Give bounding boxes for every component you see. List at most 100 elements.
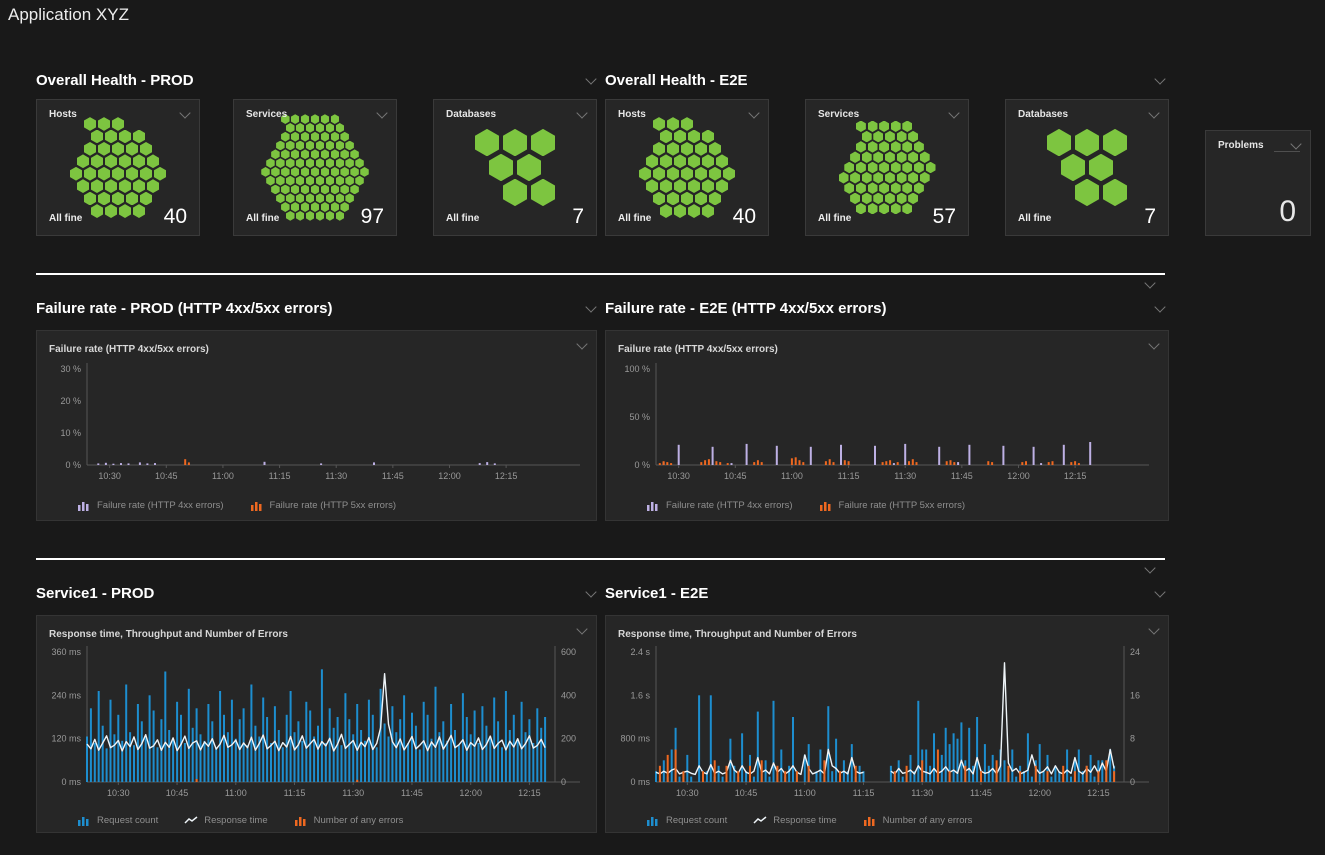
chevron-down-icon[interactable] [585, 73, 596, 84]
tile-hosts-e2e[interactable]: Hosts All fine 40 [605, 99, 769, 236]
chevron-down-icon[interactable] [1154, 586, 1165, 597]
y2-axis-tick: 8 [1130, 734, 1135, 744]
chevron-down-icon[interactable] [585, 301, 596, 312]
x-axis-tick: 11:45 [382, 471, 404, 481]
chevron-down-icon[interactable] [1154, 73, 1165, 84]
chart-tile-failure-prod[interactable]: Failure rate (HTTP 4xx/5xx errors) 30 %2… [36, 330, 597, 521]
y-axis-tick: 0 % [65, 460, 81, 470]
tile-label: Services [246, 109, 287, 120]
legend-item[interactable]: Response time [184, 815, 267, 826]
hexagon [336, 123, 345, 133]
hexagon [296, 158, 305, 168]
hexagon [119, 130, 131, 144]
entity-count: 40 [164, 205, 187, 229]
legend-item[interactable]: Number of any errors [294, 815, 404, 826]
chevron-down-icon[interactable] [576, 338, 587, 349]
legend-item[interactable]: Failure rate (HTTP 4xx errors) [646, 500, 793, 511]
hexagon [311, 149, 320, 159]
y-axis-tick: 50 % [629, 412, 650, 422]
chevron-down-icon[interactable] [576, 623, 587, 634]
x-axis-tick: 11:00 [781, 471, 803, 481]
tile-label: Databases [1018, 109, 1068, 120]
service1-prod-chart[interactable]: 360 ms240 ms120 ms0 ms600400200010:3010:… [39, 642, 584, 812]
hexagon [891, 121, 901, 133]
bar-series-icon [77, 500, 91, 511]
chevron-down-icon[interactable] [1144, 562, 1155, 573]
chevron-down-icon[interactable] [1148, 338, 1159, 349]
hexagon [286, 123, 295, 133]
hexagon [709, 192, 721, 206]
tile-problems[interactable]: Problems 0 [1205, 130, 1311, 236]
x-axis-tick: 12:15 [1064, 471, 1087, 481]
hexagon [84, 142, 96, 156]
legend-item[interactable]: Request count [77, 815, 158, 826]
hexagon [695, 167, 707, 181]
x-axis-tick: 12:00 [1007, 471, 1030, 481]
x-axis-tick: 11:15 [269, 471, 291, 481]
chart-tile-service1-e2e[interactable]: Response time, Throughput and Number of … [605, 615, 1169, 833]
x-axis-tick: 11:00 [225, 788, 247, 798]
hexagon [709, 167, 721, 181]
chevron-down-icon[interactable] [1144, 277, 1155, 288]
line-series-icon [753, 815, 767, 826]
chevron-down-icon[interactable] [585, 586, 596, 597]
chevron-down-icon[interactable] [1148, 623, 1159, 634]
hexagon [306, 141, 315, 151]
legend-item[interactable]: Failure rate (HTTP 5xx errors) [250, 500, 397, 511]
hexagon [340, 185, 349, 195]
x-axis-tick: 11:30 [325, 471, 347, 481]
tile-services-e2e[interactable]: Services All fine 57 [805, 99, 969, 236]
legend-item[interactable]: Response time [753, 815, 836, 826]
section-divider [36, 558, 1165, 560]
y-axis-tick: 800 ms [620, 734, 650, 744]
hexagon [873, 151, 883, 163]
bar-series-icon [819, 500, 833, 511]
legend-label: Failure rate (HTTP 5xx errors) [839, 500, 966, 511]
failure-rate-prod-chart[interactable]: 30 %20 %10 %0 %10:3010:4511:0011:1511:30… [39, 357, 584, 497]
hex-cluster [1047, 129, 1127, 206]
hexagon [321, 114, 330, 124]
page-title: Application XYZ [8, 5, 129, 25]
failure-rate-e2e-chart[interactable]: 100 %50 %0 %10:3010:4511:0011:1511:3011:… [608, 357, 1153, 497]
legend-item[interactable]: Failure rate (HTTP 4xx errors) [77, 500, 224, 511]
chevron-down-icon[interactable] [1154, 301, 1165, 312]
hexagon [355, 176, 364, 186]
chart-tile-service1-prod[interactable]: Response time, Throughput and Number of … [36, 615, 597, 833]
x-axis-tick: 12:15 [1087, 788, 1110, 798]
hexagon [105, 154, 117, 168]
hexagon [112, 117, 124, 131]
hexagon [345, 158, 354, 168]
hexagon [716, 154, 728, 168]
hexagon [84, 167, 96, 181]
tile-databases-prod[interactable]: Databases All fine 7 [433, 99, 597, 236]
hexagon [77, 154, 89, 168]
legend-item[interactable]: Failure rate (HTTP 5xx errors) [819, 500, 966, 511]
hexagon [340, 202, 349, 212]
tile-databases-e2e[interactable]: Databases All fine 7 [1005, 99, 1169, 236]
hexagon [70, 167, 82, 181]
legend-label: Number of any errors [883, 815, 973, 826]
tile-services-prod[interactable]: Services All fine 97 [233, 99, 397, 236]
section-title: Service1 - E2E [605, 585, 708, 602]
chart-tile-failure-e2e[interactable]: Failure rate (HTTP 4xx/5xx errors) 100 %… [605, 330, 1169, 521]
legend-item[interactable]: Request count [646, 815, 727, 826]
hexagon [261, 167, 270, 177]
x-axis-tick: 11:15 [284, 788, 306, 798]
y2-axis-tick: 0 [1130, 777, 1135, 787]
hexagon [77, 179, 89, 193]
legend-item[interactable]: Number of any errors [863, 815, 973, 826]
hexagon [326, 158, 335, 168]
chevron-down-icon[interactable] [1290, 138, 1301, 149]
hexagon [271, 149, 280, 159]
hexagon [311, 132, 320, 142]
x-axis-tick: 11:00 [212, 471, 234, 481]
hexagon [920, 151, 930, 163]
hexagon [667, 192, 679, 206]
x-axis-tick: 11:45 [401, 788, 423, 798]
tile-hosts-prod[interactable]: Hosts All fine 40 [36, 99, 200, 236]
hexagon [316, 211, 325, 221]
hexagon [336, 158, 345, 168]
service1-e2e-chart[interactable]: 2.4 s1.6 s800 ms0 ms24168010:3010:4511:0… [608, 642, 1153, 812]
hexagon [695, 192, 707, 206]
hexagon [331, 185, 340, 195]
